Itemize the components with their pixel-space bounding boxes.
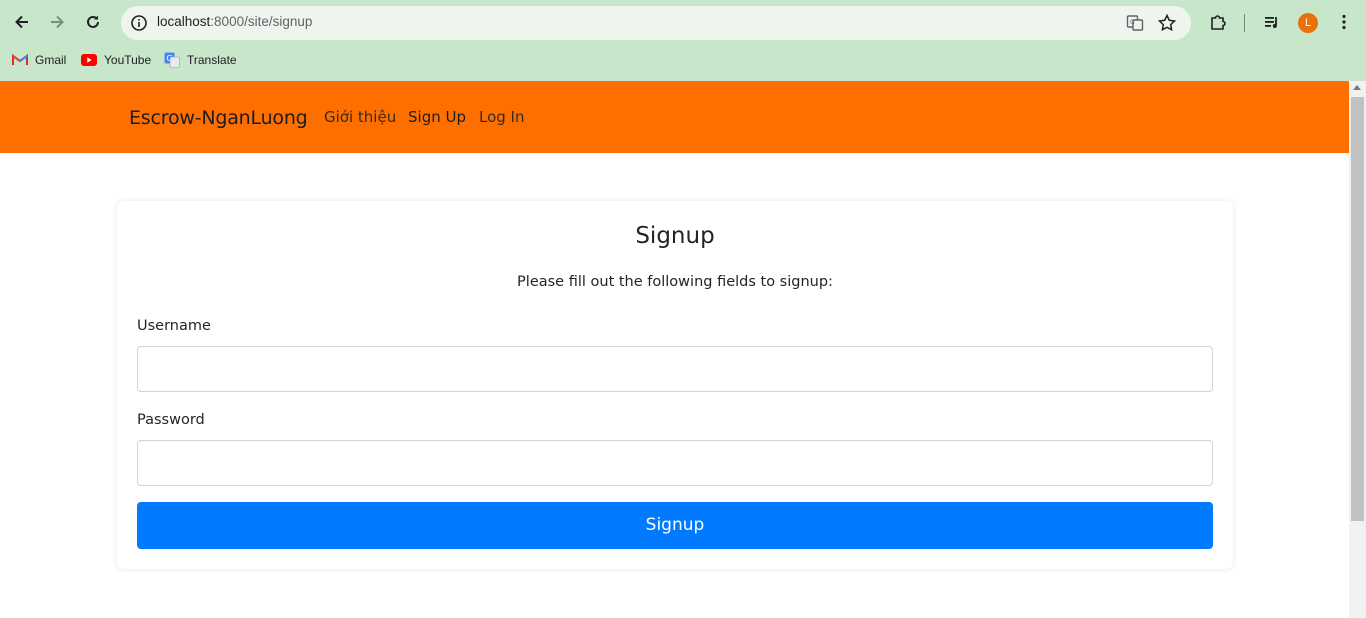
- profile-avatar[interactable]: L: [1298, 13, 1318, 33]
- username-input[interactable]: [137, 346, 1213, 392]
- url-path: :8000/site/signup: [210, 14, 313, 29]
- youtube-icon: [81, 52, 97, 68]
- bookmark-label: Translate: [187, 53, 237, 67]
- signup-card: Signup Please fill out the following fie…: [117, 201, 1233, 569]
- forward-button[interactable]: [43, 8, 71, 36]
- bookmark-gmail[interactable]: Gmail: [12, 49, 66, 71]
- translate-icon: G: [164, 52, 180, 68]
- bookmark-star-icon[interactable]: [1157, 13, 1177, 33]
- extensions-button[interactable]: [1204, 8, 1232, 36]
- signup-button[interactable]: Signup: [137, 502, 1213, 549]
- forward-arrow-icon: [51, 15, 64, 29]
- kebab-menu-icon: [1342, 14, 1346, 30]
- gmail-icon: [12, 52, 28, 68]
- form-description: Please fill out the following fields to …: [517, 274, 833, 290]
- svg-text:G: G: [1130, 19, 1135, 26]
- bookmark-youtube[interactable]: YouTube: [81, 49, 151, 71]
- page-scrollbar[interactable]: [1349, 81, 1366, 618]
- scrollbar-thumb[interactable]: [1351, 97, 1364, 521]
- site-info-icon[interactable]: [129, 13, 149, 33]
- page-title: Signup: [635, 223, 715, 249]
- bookmark-translate[interactable]: G Translate: [164, 49, 237, 71]
- bookmark-label: YouTube: [104, 53, 152, 67]
- browser-chrome: localhost:8000/site/signup G L Gmail You…: [0, 0, 1366, 81]
- nav-link-login[interactable]: Log In: [479, 108, 525, 126]
- scroll-up-arrow-icon[interactable]: [1353, 85, 1361, 90]
- reload-button[interactable]: [79, 8, 107, 36]
- password-label: Password: [137, 412, 205, 428]
- playlist-icon: [1265, 17, 1277, 28]
- brand-link[interactable]: Escrow-NganLuong: [129, 107, 308, 129]
- browser-toolbar: localhost:8000/site/signup G L: [0, 0, 1366, 45]
- puzzle-icon: [1211, 15, 1226, 30]
- reload-icon: [87, 15, 99, 28]
- media-controls-button[interactable]: [1258, 8, 1286, 36]
- site-navbar: Escrow-NganLuong Giới thiệu Sign Up Log …: [0, 81, 1349, 153]
- back-arrow-icon: [15, 15, 28, 29]
- nav-link-gioi-thieu[interactable]: Giới thiệu: [324, 108, 396, 126]
- translate-page-icon[interactable]: G: [1125, 13, 1145, 33]
- address-bar[interactable]: localhost:8000/site/signup G: [121, 6, 1191, 40]
- password-input[interactable]: [137, 440, 1213, 486]
- bookmark-label: Gmail: [35, 53, 67, 67]
- back-button[interactable]: [8, 8, 36, 36]
- username-label: Username: [137, 318, 211, 334]
- toolbar-divider: [1244, 14, 1245, 32]
- address-url[interactable]: localhost:8000/site/signup: [157, 14, 312, 29]
- browser-menu-button[interactable]: [1330, 8, 1358, 36]
- url-host: localhost: [157, 14, 211, 29]
- bookmarks-bar: Gmail YouTube G Translate: [0, 49, 1366, 71]
- nav-link-signup[interactable]: Sign Up: [408, 108, 466, 126]
